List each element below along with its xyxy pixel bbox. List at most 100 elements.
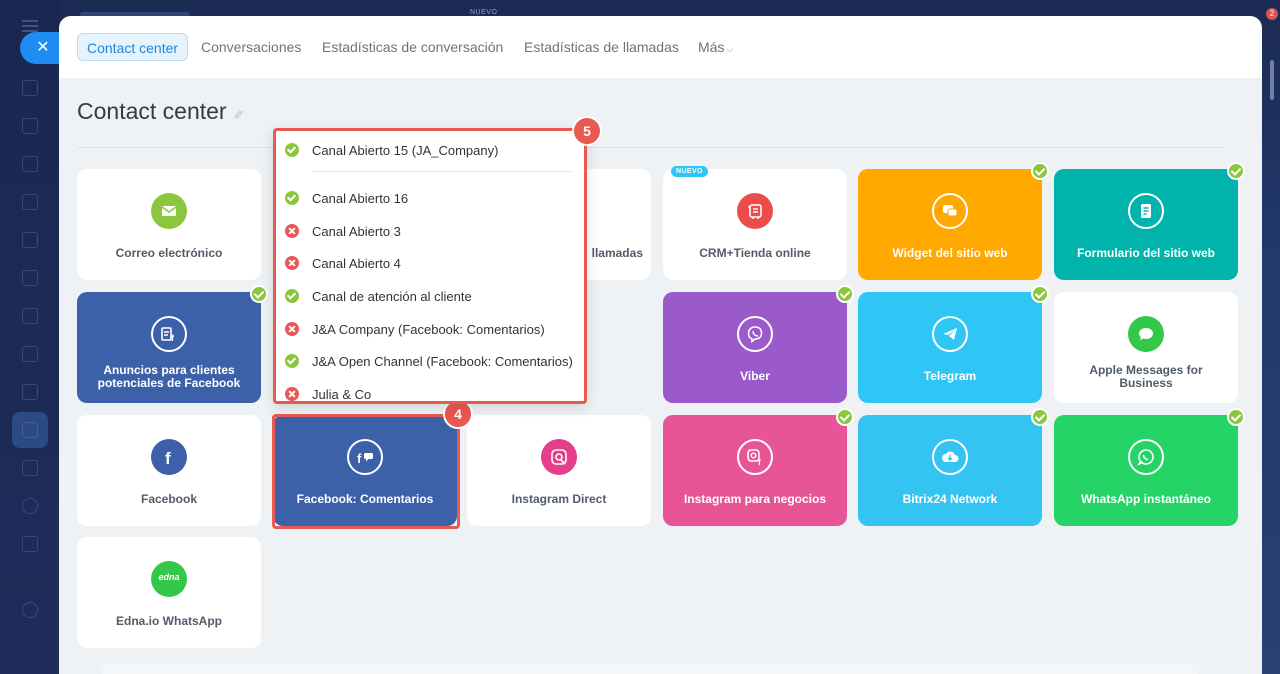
tile-label: Instagram Direct [511,492,607,506]
close-icon: ✕ [36,39,50,56]
shopping-cart-icon [737,193,773,229]
apple-messages-icon [1128,316,1164,352]
dropdown-item[interactable]: J&A Company (Facebook: Comentarios) [285,320,545,340]
tile-label: Facebook [140,492,197,506]
dropdown-item[interactable]: Julia & Co [285,385,372,402]
tile-facebook[interactable]: f Facebook [77,415,261,526]
document-icon[interactable] [22,118,38,134]
schedule-icon[interactable] [22,460,38,476]
status-ok-icon [285,191,299,205]
tab-contact-center[interactable]: Contact center [77,33,189,61]
telegram-icon [932,316,968,352]
status-ok-icon [285,143,299,157]
facebook-leads-icon: f [151,316,187,352]
tile-bitrix-network[interactable]: Bitrix24 Network [858,408,1049,526]
top-new-label: NUEVO [470,9,498,16]
connected-check-icon [1227,408,1245,426]
tile-widget[interactable]: Widget del sitio web [858,162,1049,280]
open-channel-dropdown: Canal Abierto 15 (JA_Company) Canal Abie… [273,128,587,404]
tile-whatsapp[interactable]: WhatsApp instantáneo [1054,408,1245,526]
settings-icon[interactable] [22,602,38,618]
menu-icon[interactable] [22,20,38,32]
target-icon[interactable] [22,498,38,514]
card-icon[interactable] [22,270,38,286]
tile-label: Widget del sitio web [892,246,1008,260]
item-label: Canal Abierto 3 [312,224,401,239]
connected-check-icon [250,285,268,303]
tile-web-form[interactable]: Formulario del sitio web [1054,162,1245,280]
highlight-facebook-comments [272,414,460,529]
file-icon[interactable] [22,232,38,248]
mail-icon[interactable] [22,308,38,324]
tile-instagram-direct[interactable]: Instagram Direct [467,415,651,526]
cart-icon[interactable] [22,536,38,552]
tab-conversaciones[interactable]: Conversaciones [192,33,310,61]
dropdown-item[interactable]: Canal Abierto 16 [285,189,408,209]
dropdown-item[interactable]: Canal de atención al cliente [285,287,472,307]
tab-mas[interactable]: Más ⌵ [689,33,742,61]
people-icon[interactable] [22,346,38,362]
tab-estadisticas-conversacion[interactable]: Estadísticas de conversación [313,33,512,61]
item-label: Canal Abierto 16 [312,191,409,206]
tile-label: llamadas [591,246,643,260]
dropdown-item[interactable]: Canal Abierto 15 (JA_Company) [285,141,498,161]
tile-label: Bitrix24 Network [902,492,998,506]
left-sidebar [0,0,60,674]
status-error-icon [285,224,299,238]
new-badge: NUEVO [671,166,708,177]
tile-label: Telegram [923,369,977,383]
tile-label: WhatsApp instantáneo [1080,492,1211,506]
scrollbar-thumb[interactable] [1270,60,1274,100]
tile-edna-whatsapp[interactable]: edna Edna.io WhatsApp [77,537,261,648]
dropdown-item[interactable]: Canal Abierto 3 [285,222,401,242]
connected-check-icon [1031,408,1049,426]
instagram-business-icon: f [737,439,773,475]
connected-check-icon [836,408,854,426]
bottom-shadow [100,664,1200,674]
tab-label: Contact center [87,40,179,56]
status-error-icon [285,256,299,270]
notification-badge: 2 [1266,8,1278,20]
tile-label: CRM+Tienda online [699,246,811,260]
cloud-icon [932,439,968,475]
viber-icon [737,316,773,352]
dropdown-item[interactable]: Canal Abierto 4 [285,254,401,274]
tab-bar: Contact center Conversaciones Estadístic… [59,16,1262,78]
item-label: J&A Open Channel (Facebook: Comentarios) [312,354,573,369]
item-label: Julia & Co [312,387,372,402]
tab-estadisticas-llamadas[interactable]: Estadísticas de llamadas [515,33,688,61]
messages-icon[interactable] [22,156,38,172]
dropdown-separator [312,171,572,172]
tile-crm-store[interactable]: NUEVO CRM+Tienda online [663,166,847,280]
form-icon [1128,193,1164,229]
tile-apple-messages[interactable]: Apple Messages for Business [1054,292,1238,403]
svg-text:f: f [171,333,175,343]
tile-label: Viber [740,369,770,383]
tab-label: Más [698,39,725,55]
calendar-icon[interactable] [22,194,38,210]
facebook-icon: f [151,439,187,475]
chevron-down-icon: ⌵ [726,44,734,54]
tile-instagram-business[interactable]: f Instagram para negocios [663,408,854,526]
tile-email[interactable]: Correo electrónico [77,169,261,280]
tab-label: Estadísticas de conversación [322,39,504,55]
envelope-icon [151,193,187,229]
instagram-direct-icon [541,439,577,475]
connected-check-icon [836,285,854,303]
tile-facebook-leads[interactable]: f Anuncios para clientes potenciales de … [77,285,268,403]
item-label: Canal Abierto 4 [312,256,401,271]
tasks-icon[interactable] [22,384,38,400]
divider [77,147,1225,148]
tile-telegram[interactable]: Telegram [858,285,1049,403]
tile-label: Edna.io WhatsApp [116,614,222,628]
close-slider-button[interactable]: ✕ [20,32,62,64]
scrollbar[interactable] [1270,30,1276,630]
chat-bubble-icon[interactable] [22,80,38,96]
dropdown-item[interactable]: J&A Open Channel (Facebook: Comentarios) [285,352,573,372]
chat-widget-icon [932,193,968,229]
contact-center-panel: Contact center Conversaciones Estadístic… [59,16,1262,674]
funnel-icon[interactable] [22,422,38,438]
edna-logo-text: edna [158,572,180,582]
pin-icon[interactable]: ✐ [234,108,244,122]
tile-viber[interactable]: Viber [663,285,854,403]
